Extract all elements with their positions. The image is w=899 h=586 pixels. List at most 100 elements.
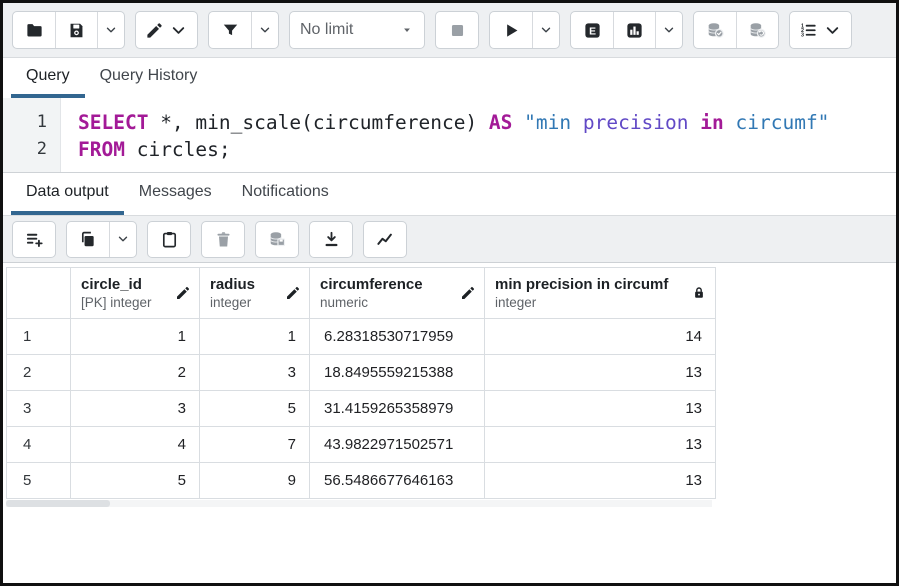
edit-menu-button[interactable] [136,12,197,48]
tab-query[interactable]: Query [11,58,85,98]
download-results-button[interactable] [310,222,352,257]
cell-circumference[interactable]: 18.8495559215388 [310,355,485,391]
cell-min-precision-in-circumf[interactable]: 13 [485,463,716,499]
cell-circle_id[interactable]: 5 [71,463,200,499]
column-header-circle_id[interactable]: circle_id[PK] integer [71,268,200,319]
cell-min-precision-in-circumf[interactable]: 13 [485,427,716,463]
delete-rows-button[interactable] [202,222,244,257]
copy-icon [79,230,98,249]
column-type: numeric [320,294,423,311]
graph-visualiser-button[interactable] [364,222,406,257]
sql-token: *, min_scale(circumference) [148,111,488,134]
row-number[interactable]: 2 [7,355,71,391]
sql-token: in [700,111,723,134]
save-icon [67,21,86,40]
tab-messages[interactable]: Messages [124,173,227,215]
row-number[interactable]: 3 [7,391,71,427]
query-toolbar: No limit E 123 [3,3,896,58]
cell-radius[interactable]: 3 [200,355,310,391]
add-row-button[interactable] [13,222,55,257]
results-grid: circle_id[PK] integer radiusinteger circum… [6,267,716,499]
copy-options-button[interactable] [109,222,136,257]
save-data-changes-button[interactable] [256,222,298,257]
cell-circumference[interactable]: 56.5486677646163 [310,463,485,499]
line-number: 1 [3,109,47,136]
filter-options-button[interactable] [251,12,278,48]
trash-icon [214,230,233,249]
cell-min-precision-in-circumf[interactable]: 13 [485,355,716,391]
play-icon [502,21,521,40]
explain-button[interactable]: E [571,12,613,48]
sql-token: circumf" [724,111,830,134]
data-output-panel: circle_id[PK] integer radiusinteger circum… [3,263,896,583]
select-all-corner[interactable] [7,268,71,319]
row-number[interactable]: 4 [7,427,71,463]
commit-db-icon [706,21,725,40]
tab-notifications[interactable]: Notifications [227,173,344,215]
cell-circle_id[interactable]: 3 [71,391,200,427]
tab-label: Query History [100,67,198,85]
cell-radius[interactable]: 7 [200,427,310,463]
macros-button[interactable]: 123 [790,12,851,48]
row-limit-button[interactable]: No limit [290,12,424,48]
edit-pencil-icon [145,21,164,40]
scrollbar-thumb[interactable] [6,500,110,507]
cell-radius[interactable]: 5 [200,391,310,427]
download-icon [322,230,341,249]
sql-token: AS [489,111,512,134]
sql-token [689,111,701,134]
cell-circumference[interactable]: 6.28318530717959 [310,319,485,355]
commit-button[interactable] [694,12,736,48]
open-file-button[interactable] [13,12,55,48]
column-header-circumference[interactable]: circumferencenumeric [310,268,485,319]
paste-rows-button[interactable] [148,222,190,257]
sql-editor[interactable]: 12 SELECT *, min_scale(circumference) AS… [3,98,896,173]
tab-data-output[interactable]: Data output [11,173,124,215]
row-number[interactable]: 1 [7,319,71,355]
table-row: 22318.849555921538813 [7,355,716,391]
explain-analyze-button[interactable] [613,12,655,48]
paste-icon [160,230,179,249]
explain-options-button[interactable] [655,12,682,48]
cell-min-precision-in-circumf[interactable]: 14 [485,319,716,355]
execute-options-button[interactable] [532,12,559,48]
chart-icon [376,230,395,249]
table-row: 44743.982297150257113 [7,427,716,463]
save-file-button[interactable] [55,12,97,48]
tab-label: Query [26,67,70,85]
table-row: 55956.548667764616313 [7,463,716,499]
chevron-down-icon [258,23,272,37]
horizontal-scrollbar[interactable] [6,500,712,507]
chevron-down-icon [169,21,188,40]
result-tab-bar: Data outputMessagesNotifications [3,173,896,215]
column-name: circumference [320,275,423,294]
cell-circumference[interactable]: 43.9822971502571 [310,427,485,463]
cell-circumference[interactable]: 31.4159265358979 [310,391,485,427]
cell-circle_id[interactable]: 2 [71,355,200,391]
execute-query-button[interactable] [490,12,532,48]
row-number[interactable]: 5 [7,463,71,499]
cell-radius[interactable]: 9 [200,463,310,499]
tab-query-history[interactable]: Query History [85,58,213,98]
chevron-down-icon [104,23,118,37]
cell-radius[interactable]: 1 [200,319,310,355]
column-type: [PK] integer [81,294,152,311]
cancel-query-button[interactable] [436,12,478,48]
pencil-icon [285,285,301,301]
cell-circle_id[interactable]: 1 [71,319,200,355]
column-title: radiusinteger [210,275,255,311]
editor-tab-bar: Query Query History [3,58,896,98]
sql-line: FROM circles; [78,136,896,163]
rollback-button[interactable] [736,12,778,48]
column-header-min-precision-in-circumf[interactable]: min precision in circumfinteger [485,268,716,319]
column-header-radius[interactable]: radiusinteger [200,268,310,319]
line-number: 2 [3,136,47,163]
sql-code-area[interactable]: SELECT *, min_scale(circumference) AS "m… [61,98,896,172]
save-db-icon [268,230,287,249]
copy-rows-button[interactable] [67,222,109,257]
cell-circle_id[interactable]: 4 [71,427,200,463]
column-title: circle_id[PK] integer [81,275,152,311]
save-options-button[interactable] [97,12,124,48]
cell-min-precision-in-circumf[interactable]: 13 [485,391,716,427]
filter-button[interactable] [209,12,251,48]
